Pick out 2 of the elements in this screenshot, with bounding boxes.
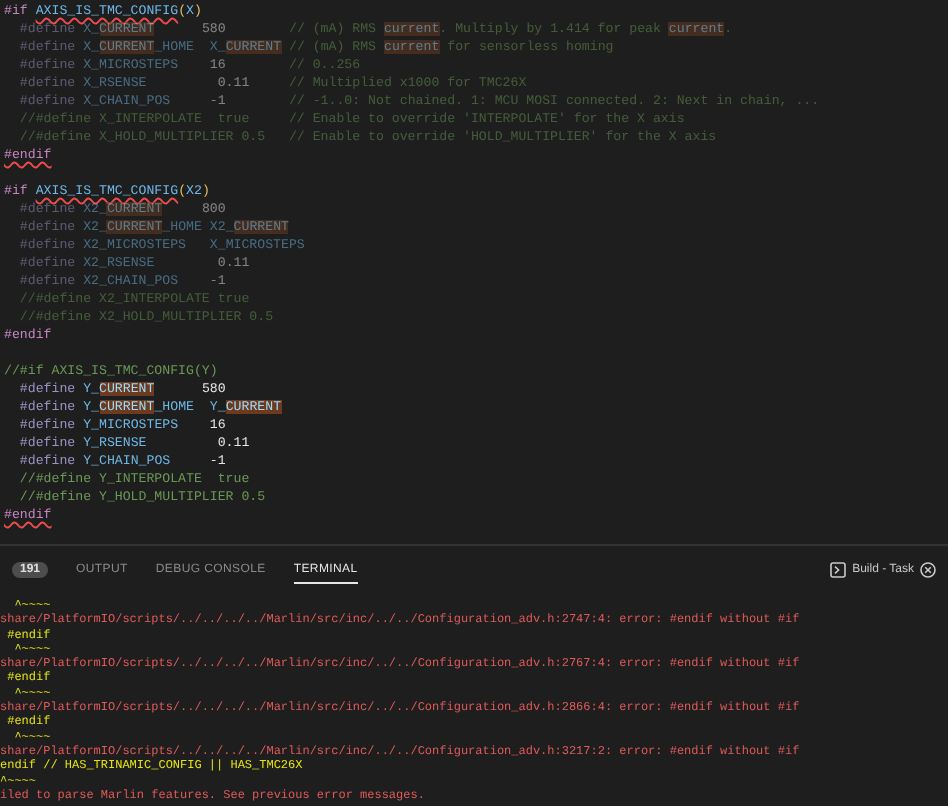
terminal-icon xyxy=(830,562,847,578)
close-icon[interactable] xyxy=(920,562,936,578)
